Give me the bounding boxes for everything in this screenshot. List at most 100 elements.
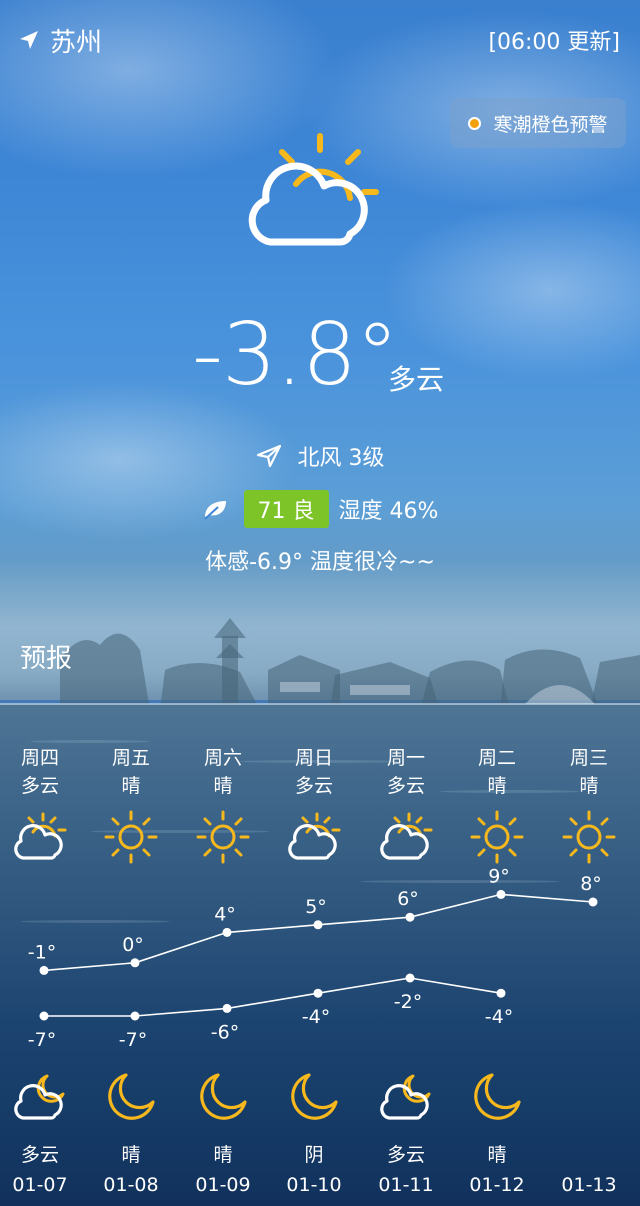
high-temp-point (496, 889, 506, 899)
forecast-night-icon (102, 1068, 160, 1130)
forecast-night-icon (468, 1068, 526, 1130)
low-temp-line (44, 977, 502, 1017)
forecast-day-5[interactable]: 周二晴 (457, 744, 537, 800)
wind-text: 北风 3级 (297, 446, 385, 471)
forecast-day-condition: 晴 (213, 775, 233, 797)
forecast-day-condition: 晴 (579, 775, 599, 797)
low-temp-label: -7° (119, 1029, 147, 1051)
wind-direction-icon (256, 444, 281, 468)
current-temperature: -3.8° (192, 305, 399, 405)
wind-info: 北风 3级 (0, 440, 640, 472)
forecast-day-3[interactable]: 周日 多云 (274, 744, 354, 800)
forecast-title: 预报 (20, 644, 73, 674)
forecast-night-condition: 多云 (20, 1144, 59, 1166)
forecast-night-icon (285, 1068, 343, 1130)
forecast-weekday: 周四 (20, 747, 59, 769)
location-arrow-icon (20, 31, 38, 49)
low-temp-label: -2° (394, 991, 422, 1013)
forecast-weekday: 周五 (111, 747, 150, 769)
forecast-day-6[interactable]: 周三晴 (549, 744, 629, 800)
feels-like-text: 体感-6.9° 温度很冷~~ (205, 550, 435, 575)
forecast-weekday: 周一 (386, 747, 425, 769)
humidity-text: 湿度 46% (338, 499, 439, 524)
high-temp-label: 4° (214, 903, 236, 925)
low-temp-point (496, 988, 506, 998)
forecast-day-0[interactable]: 周四 多云 (0, 744, 80, 800)
high-temp-point (588, 897, 598, 907)
partly-cloudy-icon (248, 133, 379, 246)
low-temp-point (130, 1011, 140, 1021)
forecast-date: 01-13 (561, 1174, 617, 1196)
high-temp-label: 6° (397, 888, 419, 910)
forecast-weekday: 周六 (203, 747, 242, 769)
moon-icon (474, 1073, 521, 1120)
forecast-day-condition: 晴 (121, 775, 141, 797)
forecast-night-condition: 多云 (386, 1144, 425, 1166)
forecast-night-icon (11, 1068, 69, 1130)
air-quality-row: 71 良 湿度 46% (0, 490, 640, 528)
alert-dot-icon (468, 116, 482, 130)
high-temp-point (222, 927, 232, 937)
sun-icon (470, 810, 524, 864)
forecast-night-condition: 晴 (487, 1144, 507, 1166)
low-temp-label: -6° (211, 1021, 239, 1043)
forecast-day-2[interactable]: 周六晴 (183, 744, 263, 800)
partly-cloudy-icon (288, 812, 341, 860)
partly-cloudy-icon (14, 812, 67, 860)
high-temp-point (39, 965, 49, 975)
forecast-day-1[interactable]: 周五晴 (91, 744, 171, 800)
moon-icon (200, 1073, 247, 1120)
sun-icon (196, 810, 250, 864)
forecast-weekday: 周二 (477, 747, 516, 769)
cloud-moon-icon (14, 1074, 65, 1120)
low-temp-point (405, 973, 415, 983)
forecast-date: 01-08 (103, 1174, 159, 1196)
high-temp-label: 9° (488, 865, 510, 887)
city-selector[interactable]: 苏州 (18, 22, 102, 58)
current-condition: 多云 (388, 363, 445, 396)
forecast-date: 01-11 (378, 1174, 434, 1196)
high-temp-label: 5° (305, 896, 327, 918)
sun-icon (562, 810, 616, 864)
sun-icon (104, 810, 158, 864)
low-temp-label: -4° (485, 1006, 513, 1028)
forecast-night-icon (377, 1068, 435, 1130)
low-temp-label: -4° (302, 1006, 330, 1028)
aqi-badge[interactable]: 71 良 (243, 490, 329, 528)
leaf-icon (203, 501, 226, 520)
high-temp-label: 0° (122, 934, 144, 956)
forecast-night-condition: 阴 (304, 1144, 324, 1166)
forecast-date: 01-10 (286, 1174, 342, 1196)
low-temp-label: -7° (28, 1029, 56, 1051)
high-temp-label: -1° (28, 941, 56, 963)
forecast-night-icon (194, 1068, 252, 1130)
cloud-moon-icon (380, 1074, 431, 1120)
high-temp-point (405, 912, 415, 922)
forecast-weekday: 周三 (569, 747, 608, 769)
forecast-day-4[interactable]: 周一 多云 (366, 744, 446, 800)
low-temp-point (313, 988, 323, 998)
forecast-day-condition: 多云 (294, 775, 333, 797)
city-name: 苏州 (50, 27, 103, 58)
forecast-weekday: 周日 (294, 747, 333, 769)
low-temp-point (222, 1003, 232, 1013)
weather-alert-button[interactable]: 寒潮橙色预警 (450, 98, 626, 148)
forecast-day-condition: 多云 (20, 775, 59, 797)
forecast-date: 01-07 (12, 1174, 68, 1196)
temperature-chart: -1° 0° 4° 5° 6° 9° 8° -7° -7° -6° -4° -2° -4° (28, 865, 602, 1051)
low-temp-point (39, 1011, 49, 1021)
high-temp-point (130, 958, 140, 968)
high-temp-label: 8° (580, 873, 602, 895)
alert-text: 寒潮橙色预警 (493, 113, 608, 136)
partly-cloudy-icon (380, 812, 433, 860)
update-time: [06:00 更新] (488, 30, 620, 55)
moon-icon (108, 1073, 155, 1120)
forecast-date: 01-12 (469, 1174, 525, 1196)
forecast-night-condition: 晴 (213, 1144, 233, 1166)
forecast-day-condition: 晴 (487, 775, 507, 797)
forecast-day-condition: 多云 (386, 775, 425, 797)
high-temp-point (313, 920, 323, 930)
moon-icon (291, 1073, 338, 1120)
forecast-night-condition: 晴 (121, 1144, 141, 1166)
forecast-date: 01-09 (195, 1174, 251, 1196)
